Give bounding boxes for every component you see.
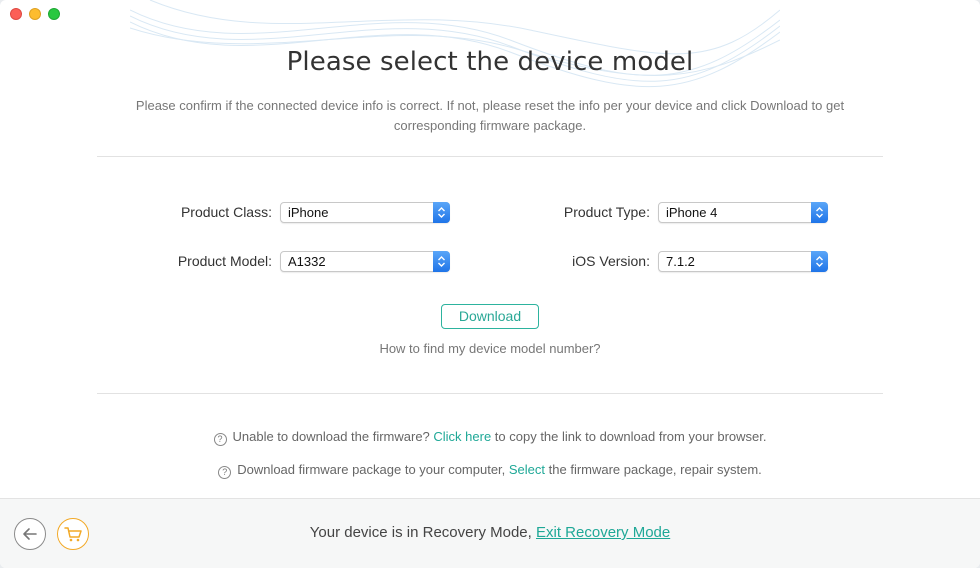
select-stepper-icon <box>811 251 828 272</box>
minimize-window-button[interactable] <box>29 8 41 20</box>
divider-top <box>97 156 883 157</box>
help-line1-text-post: to copy the link to download from your b… <box>491 429 767 444</box>
help-line1-text-pre: Unable to download the firmware? <box>232 429 434 444</box>
click-here-link[interactable]: Click here <box>433 429 491 444</box>
select-firmware-link[interactable]: Select <box>509 462 545 477</box>
download-button[interactable]: Download <box>441 304 539 329</box>
product-model-value: A1332 <box>288 254 326 269</box>
question-icon: ? <box>218 466 232 479</box>
product-type-value: iPhone 4 <box>666 205 718 220</box>
help-line2-text-post: the firmware package, repair system. <box>545 462 762 477</box>
page-subtitle: Please confirm if the connected device i… <box>135 98 845 133</box>
select-stepper-icon <box>811 202 828 223</box>
window-controls <box>10 8 60 20</box>
product-class-label: Product Class: <box>180 204 272 220</box>
help-line-copy-link: ? Unable to download the firmware? Click … <box>0 429 980 446</box>
help-line2-text-pre: Download firmware package to your comput… <box>237 462 509 477</box>
recovery-status-text: Your device is in Recovery Mode, <box>309 524 536 541</box>
help-line-select-package: ? Download firmware package to your compu… <box>0 462 980 479</box>
ios-version-label: iOS Version: <box>572 253 650 269</box>
recovery-status: Your device is in Recovery Mode, Exit Re… <box>0 524 980 541</box>
select-stepper-icon <box>433 202 450 223</box>
divider-bottom <box>97 393 883 394</box>
page-title: Please select the device model <box>286 47 694 77</box>
ios-version-value: 7.1.2 <box>666 254 695 269</box>
app-window: Please select the device model Please co… <box>0 0 980 568</box>
product-type-label: Product Type: <box>563 204 650 220</box>
select-stepper-icon <box>433 251 450 272</box>
footer-bar: Your device is in Recovery Mode, Exit Re… <box>0 498 980 568</box>
exit-recovery-mode-link[interactable]: Exit Recovery Mode <box>536 524 670 541</box>
product-type-select[interactable]: iPhone 4 <box>658 202 828 223</box>
product-model-label: Product Model: <box>177 253 272 269</box>
ios-version-select[interactable]: 7.1.2 <box>658 251 828 272</box>
product-class-value: iPhone <box>288 205 329 220</box>
question-icon: ? <box>213 433 227 446</box>
maximize-window-button[interactable] <box>48 8 60 20</box>
close-window-button[interactable] <box>10 8 22 20</box>
product-class-select[interactable]: iPhone <box>280 202 450 223</box>
product-model-select[interactable]: A1332 <box>280 251 450 272</box>
find-model-number-link[interactable]: How to find my device model number? <box>0 341 980 356</box>
